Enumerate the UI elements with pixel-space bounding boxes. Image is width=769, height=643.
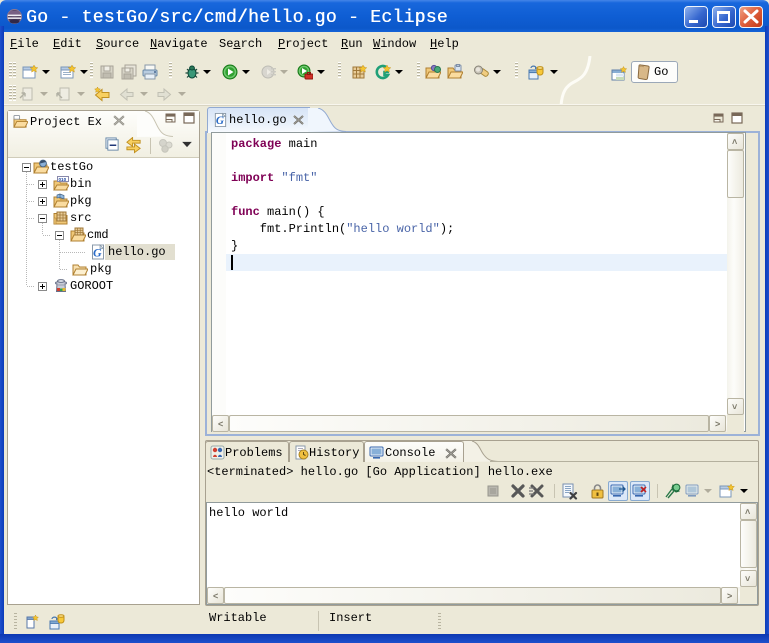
svg-text:G: G: [93, 246, 102, 260]
svg-text:G: G: [216, 115, 224, 127]
svg-text:010: 010: [59, 177, 67, 182]
